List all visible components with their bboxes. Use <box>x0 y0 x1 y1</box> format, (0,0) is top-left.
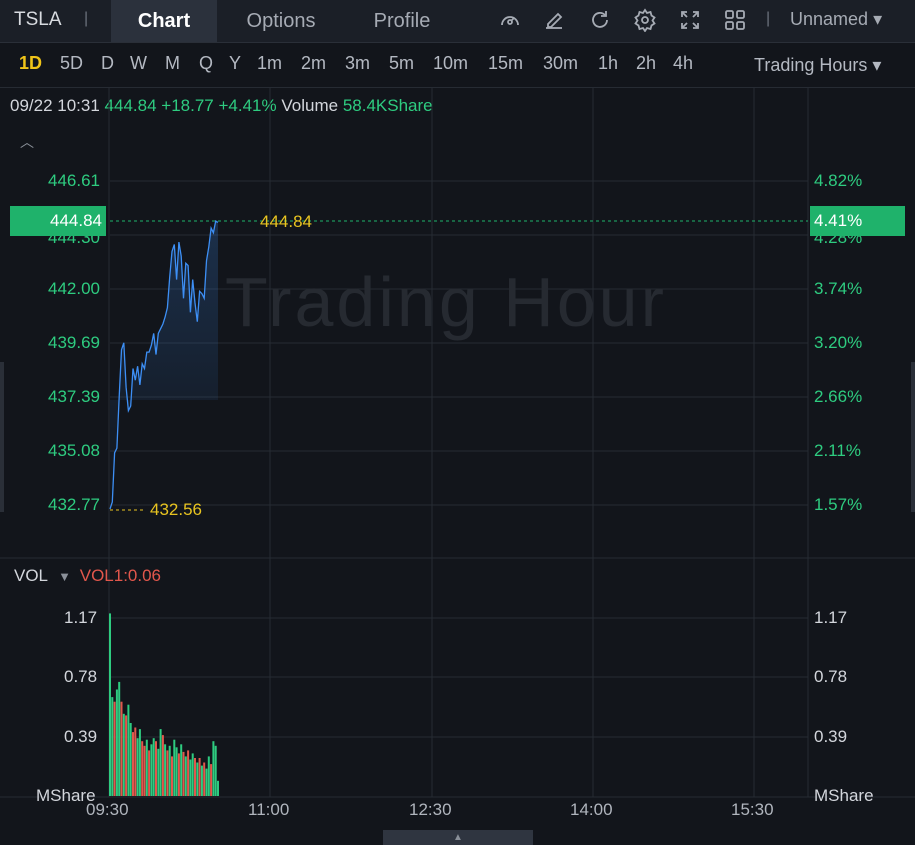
time-tick: 12:30 <box>409 800 452 819</box>
volume-bar <box>164 744 167 796</box>
volume-bar <box>184 756 187 796</box>
volume-panel-header: VOL ▼ VOL1:0.06 <box>14 566 161 586</box>
volume-bar <box>150 744 153 796</box>
pct-tick: 2.66% <box>814 387 863 406</box>
volume-bar <box>129 723 132 796</box>
pct-tick: 2.11% <box>814 441 861 460</box>
pct-tick: 3.20% <box>814 333 863 352</box>
volume-title[interactable]: VOL <box>14 566 47 585</box>
current-price-label: 444.84 <box>260 212 312 231</box>
volume-bar <box>141 741 144 796</box>
volume-bar <box>143 745 146 796</box>
volume-bar <box>111 697 114 796</box>
volume-tick: 0.78 <box>814 667 848 686</box>
volume-bar <box>159 729 162 796</box>
volume-bar <box>120 701 123 796</box>
volume-bar <box>212 741 215 796</box>
left-panel-handle[interactable] <box>0 362 4 512</box>
volume-bar <box>173 739 176 796</box>
volume-bar <box>155 741 157 796</box>
volume-bar <box>161 735 164 796</box>
volume-bar <box>217 780 219 796</box>
pct-tick: 4.82% <box>814 171 863 190</box>
price-tick: 437.39 <box>48 387 100 406</box>
volume-bar <box>148 750 151 796</box>
caret-up-icon: ▲ <box>453 832 463 843</box>
bottom-panel-handle[interactable]: ▲ <box>383 830 533 845</box>
volume-bar <box>145 739 148 796</box>
volume-bar <box>122 713 125 796</box>
right-panel-handle[interactable] <box>911 362 915 512</box>
volume-bar <box>198 758 201 796</box>
caret-down-icon[interactable]: ▼ <box>58 569 71 584</box>
volume-bar <box>207 756 210 796</box>
pct-tick: 1.57% <box>814 495 863 514</box>
volume-bar <box>189 759 192 796</box>
time-tick: 09:30 <box>86 800 129 819</box>
volume-bar <box>157 748 160 796</box>
volume-bar <box>194 758 196 796</box>
time-tick: 14:00 <box>570 800 613 819</box>
current-pct-badge: 4.41% <box>810 206 905 236</box>
volume-bar <box>109 613 111 796</box>
price-tick: 442.00 <box>48 279 100 298</box>
volume-bar <box>166 750 169 796</box>
price-area <box>110 221 218 509</box>
volume-bar <box>168 745 171 796</box>
volume-bar <box>205 768 208 796</box>
volume-bar <box>118 681 121 796</box>
volume-bar <box>180 744 183 796</box>
volume-tick: 1.17 <box>814 608 848 627</box>
volume-bar <box>203 762 206 796</box>
volume-bar <box>152 738 155 796</box>
volume-tick: 1.17 <box>64 608 98 627</box>
volume-bar <box>134 727 137 796</box>
price-tick: 446.61 <box>48 171 100 190</box>
price-tick: 435.08 <box>48 441 100 460</box>
time-tick: 15:30 <box>731 800 774 819</box>
volume-bar <box>182 751 185 796</box>
volume-bar <box>214 745 217 796</box>
chart-grid <box>0 88 915 798</box>
volume-unit: MShare <box>814 786 874 805</box>
pct-tick: 3.74% <box>814 279 863 298</box>
volume-bar <box>177 753 180 796</box>
volume-tick: 0.39 <box>814 727 848 746</box>
volume-bar <box>200 765 203 796</box>
volume-bar <box>125 715 128 796</box>
volume-bar <box>196 762 199 796</box>
volume-bar <box>132 732 134 796</box>
volume-tick: 0.39 <box>64 727 98 746</box>
price-tick: 432.77 <box>48 495 100 514</box>
current-price-badge: 444.84 <box>10 206 106 236</box>
trading-hour-watermark: Trading Hour <box>225 263 667 341</box>
volume-bar <box>175 747 178 796</box>
volume-tick: 0.78 <box>64 667 98 686</box>
volume-bar <box>127 704 130 796</box>
volume-bar <box>115 689 118 796</box>
volume-bar <box>187 750 190 796</box>
volume-bar <box>210 764 213 796</box>
volume-bars <box>109 613 219 796</box>
low-price-label: 432.56 <box>150 500 202 519</box>
volume-bar <box>136 738 139 796</box>
time-tick: 11:00 <box>248 800 290 819</box>
volume-bar <box>171 756 173 796</box>
price-tick: 439.69 <box>48 333 100 352</box>
volume-bar <box>113 701 116 796</box>
volume-bar <box>138 729 141 796</box>
volume-indicator: VOL1:0.06 <box>79 566 162 585</box>
volume-bar <box>191 753 194 796</box>
price-chart[interactable] <box>0 0 915 845</box>
